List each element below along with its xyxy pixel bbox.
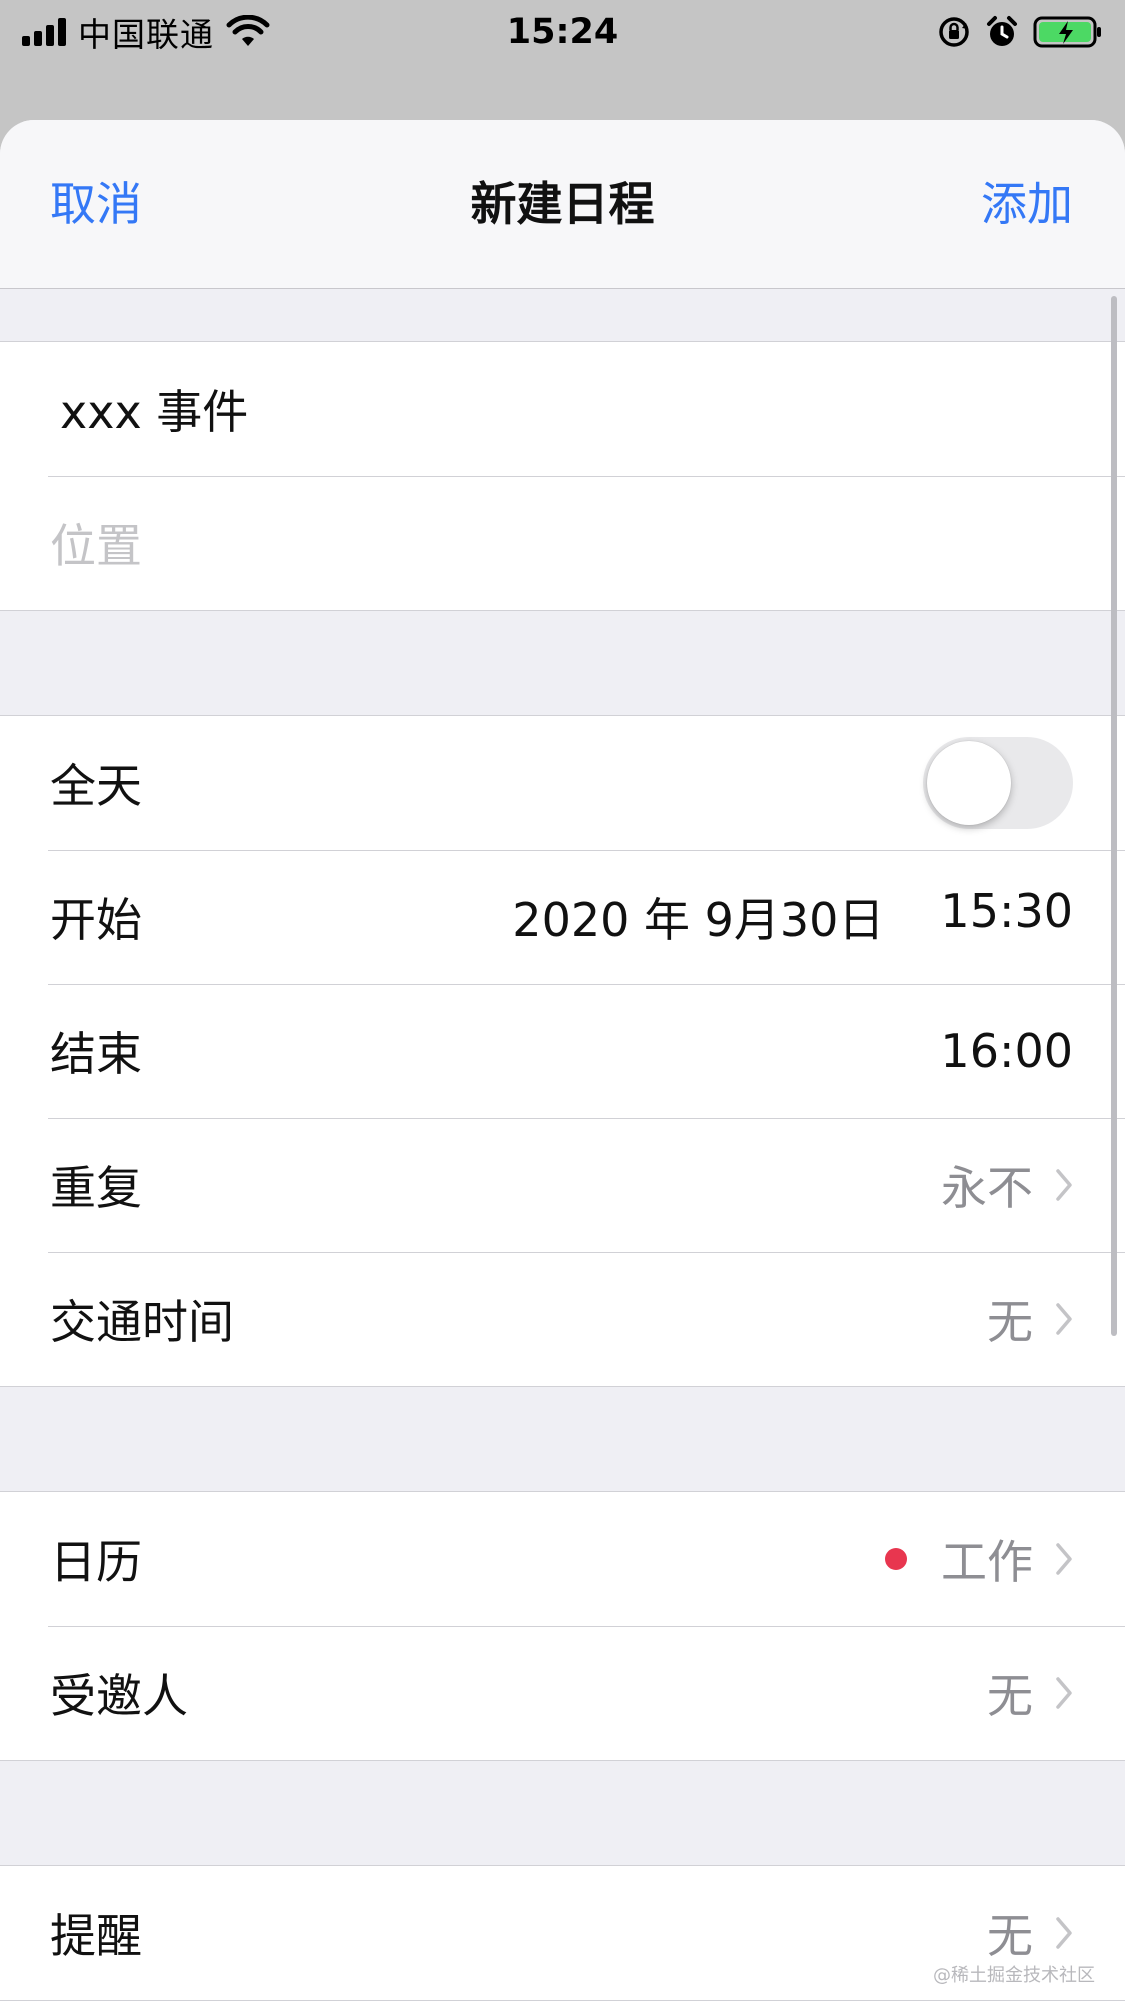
all-day-cell: 全天 [0,716,1125,850]
invitees-label: 受邀人 [50,1669,188,1723]
chevron-right-icon [1056,1677,1072,1709]
start-cell[interactable]: 开始 2020 年 9月30日 15:30 [0,850,1125,984]
invitees-cell[interactable]: 受邀人 无 [0,1626,1125,1760]
start-time[interactable]: 15:30 [940,884,1073,950]
time-group: 全天 开始 2020 年 9月30日 15:30 结束 16:00 重复 永不 … [0,715,1125,1387]
start-label: 开始 [50,893,142,947]
invitees-value: 无 [987,1669,1033,1723]
watermark: @稀土掘金技术社区 [933,1965,1095,1986]
invitees-value-group: 无 [987,1660,1073,1726]
travel-value-group: 无 [987,1286,1073,1352]
location-field[interactable]: 位置 [50,510,142,576]
repeat-label: 重复 [50,1161,142,1215]
alarm-icon [987,16,1017,46]
page-title: 新建日程 [470,177,655,231]
travel-time-label: 交通时间 [50,1295,234,1349]
location-cell[interactable]: 位置 [0,476,1125,610]
toggle-knob [927,741,1011,825]
calendar-label: 日历 [50,1535,142,1589]
calendar-cell[interactable]: 日历 工作 [0,1492,1125,1626]
new-event-sheet: 取消 新建日程 添加 xxx 事件 位置 全天 开始 2020 年 9月30日 … [0,120,1125,2001]
travel-time-cell[interactable]: 交通时间 无 [0,1252,1125,1386]
orientation-lock-icon [939,17,969,47]
status-bar: 中国联通 15:24 [0,0,1125,64]
end-cell[interactable]: 结束 16:00 [0,984,1125,1118]
start-value: 2020 年 9月30日 15:30 [512,884,1073,950]
end-time[interactable]: 16:00 [940,1024,1073,1078]
calendar-color-dot [885,1548,907,1570]
start-date[interactable]: 2020 年 9月30日 [512,884,884,950]
calendar-value-group: 工作 [885,1526,1073,1592]
navigation-bar: 取消 新建日程 添加 [0,120,1125,289]
chevron-right-icon [1056,1543,1072,1575]
travel-time-value: 无 [987,1295,1033,1349]
repeat-cell[interactable]: 重复 永不 [0,1118,1125,1252]
alert-value: 无 [987,1909,1033,1963]
title-cell[interactable]: xxx 事件 [0,342,1125,476]
status-right [937,10,1103,54]
all-day-toggle[interactable] [923,737,1073,829]
chevron-right-icon [1056,1917,1072,1949]
calendar-group: 日历 工作 受邀人 无 [0,1491,1125,1761]
end-value: 16:00 [940,1024,1073,1078]
end-label: 结束 [50,1027,142,1081]
repeat-value: 永不 [941,1161,1033,1215]
chevron-right-icon [1056,1303,1072,1335]
add-button[interactable]: 添加 [981,176,1073,232]
screen: 中国联通 15:24 取消 新建日程 添加 xxx 事件 位置 全天 开始 20… [0,0,1125,2001]
title-field[interactable]: xxx 事件 [60,376,248,442]
chevron-right-icon [1056,1169,1072,1201]
battery-charging-icon [1033,16,1101,48]
calendar-value: 工作 [941,1535,1033,1589]
title-location-group: xxx 事件 位置 [0,341,1125,611]
alert-label: 提醒 [50,1909,142,1963]
all-day-label: 全天 [50,759,142,813]
repeat-value-group: 永不 [941,1152,1073,1218]
scroll-indicator[interactable] [1111,296,1117,1336]
alert-value-group: 无 [987,1900,1073,1966]
